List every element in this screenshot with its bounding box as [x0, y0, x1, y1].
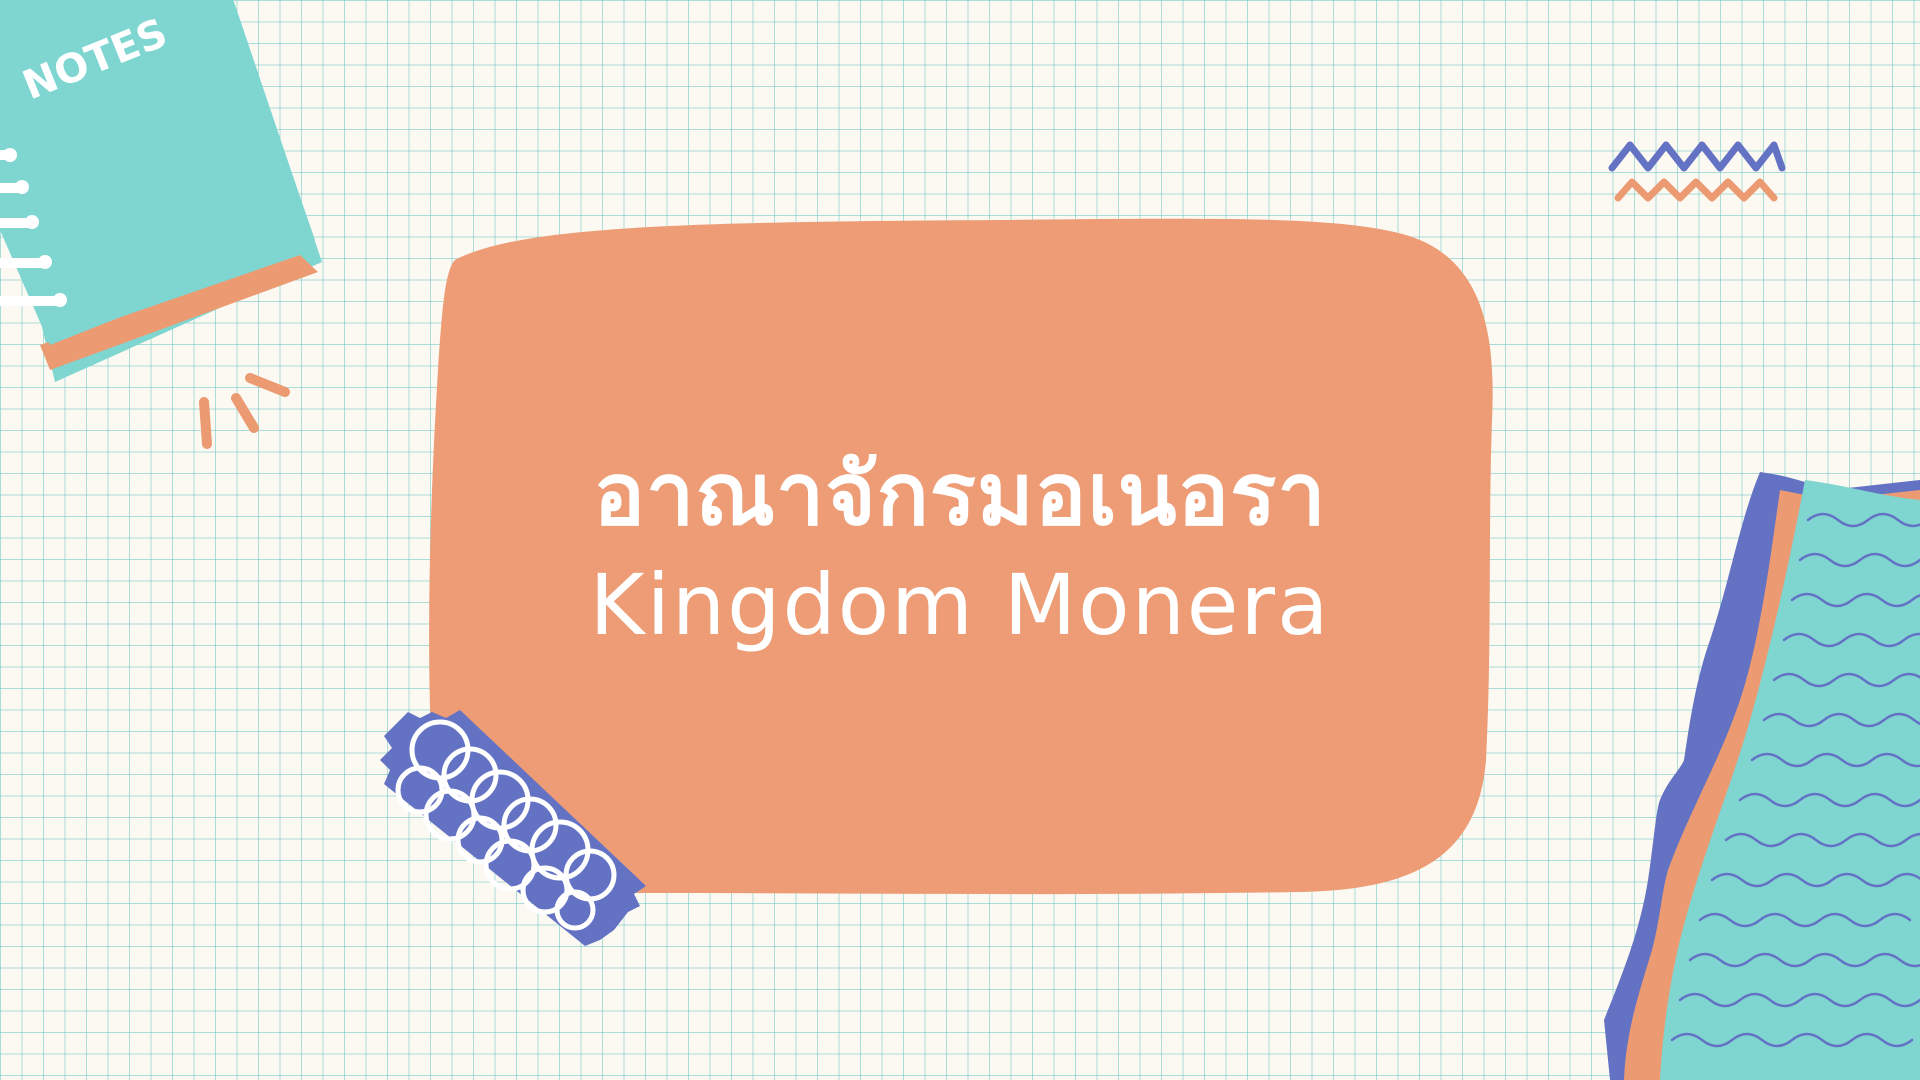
- title-block: อาณาจักรมอเนอรา Kingdom Monera: [430, 440, 1490, 660]
- title-thai: อาณาจักรมอเนอรา: [593, 445, 1327, 545]
- title-english: Kingdom Monera: [589, 556, 1331, 654]
- zigzag-decoration: [1608, 141, 1786, 202]
- notebook-illustration: NOTES: [0, 0, 322, 382]
- accent-dashes: [199, 373, 290, 449]
- notebook-stack-illustration: [1604, 472, 1920, 1080]
